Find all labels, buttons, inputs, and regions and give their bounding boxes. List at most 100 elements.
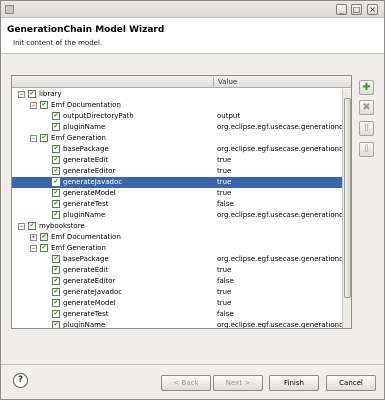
row-value[interactable]: false bbox=[217, 200, 234, 208]
row-checkbox[interactable]: ✔ bbox=[28, 222, 36, 230]
properties-tree[interactable]: Value − ✔ library − ✔ Emf Documentation ✔ outpu… bbox=[11, 75, 352, 329]
row-checkbox[interactable]: ✔ bbox=[52, 200, 60, 208]
collapse-icon[interactable]: − bbox=[18, 223, 25, 230]
row-checkbox[interactable]: ✔ bbox=[52, 189, 60, 197]
row-checkbox[interactable]: ✔ bbox=[28, 90, 36, 98]
next-button[interactable]: Next > bbox=[213, 375, 263, 391]
plus-icon: ✚ bbox=[362, 82, 371, 93]
row-value[interactable]: true bbox=[217, 167, 231, 175]
row-checkbox[interactable]: ✔ bbox=[52, 255, 60, 263]
row-label: basePackage bbox=[63, 255, 109, 263]
row-checkbox[interactable]: ✔ bbox=[52, 299, 60, 307]
row-label: Emf Generation bbox=[51, 134, 106, 142]
tree-row[interactable]: − ✔ library bbox=[12, 89, 342, 100]
row-label: generateEditor bbox=[63, 167, 116, 175]
tree-row[interactable]: ✔ generateEdit true bbox=[12, 155, 342, 166]
value-column-header[interactable]: Value bbox=[218, 78, 237, 86]
tree-row[interactable]: ✔ generateJavadoc true bbox=[12, 177, 342, 188]
row-value[interactable]: true bbox=[217, 178, 231, 186]
tree-row[interactable]: ✔ pluginName org.eclipse.egf.usecase.gener… bbox=[12, 320, 342, 328]
column-separator[interactable] bbox=[213, 77, 214, 87]
vertical-scrollbar[interactable] bbox=[342, 89, 351, 328]
row-checkbox[interactable]: ✔ bbox=[52, 112, 60, 120]
collapse-icon[interactable]: − bbox=[30, 245, 37, 252]
expand-icon[interactable]: + bbox=[30, 234, 37, 241]
row-checkbox[interactable]: ✔ bbox=[52, 167, 60, 175]
row-checkbox[interactable]: ✔ bbox=[40, 101, 48, 109]
collapse-icon[interactable]: − bbox=[30, 102, 37, 109]
tree-row[interactable]: ✔ generateModel true bbox=[12, 188, 342, 199]
row-checkbox[interactable]: ✔ bbox=[52, 310, 60, 318]
move-up-button[interactable]: ⇧ bbox=[359, 121, 374, 136]
remove-icon: ✖ bbox=[362, 102, 371, 113]
tree-row[interactable]: ✔ generateTest false bbox=[12, 199, 342, 210]
row-checkbox[interactable]: ✔ bbox=[52, 266, 60, 274]
tree-row[interactable]: ✔ generateEditor false bbox=[12, 276, 342, 287]
title-bar[interactable]: _ □ × bbox=[1, 1, 384, 18]
row-value[interactable]: true bbox=[217, 156, 231, 164]
finish-button[interactable]: Finish bbox=[269, 375, 319, 391]
tree-row[interactable]: ✔ generateEditor true bbox=[12, 166, 342, 177]
row-value[interactable]: true bbox=[217, 299, 231, 307]
row-value[interactable]: org.eclipse.egf.usecase.generationc... bbox=[217, 211, 342, 219]
row-value[interactable]: false bbox=[217, 277, 234, 285]
row-checkbox[interactable]: ✔ bbox=[40, 233, 48, 241]
tree-row[interactable]: − ✔ Emf Generation bbox=[12, 133, 342, 144]
row-checkbox[interactable]: ✔ bbox=[52, 123, 60, 131]
row-value[interactable]: org.eclipse.egf.usecase.generationc... bbox=[217, 123, 342, 131]
row-value[interactable]: org.eclipse.egf.usecase.generationc... bbox=[217, 145, 342, 153]
row-value[interactable]: true bbox=[217, 266, 231, 274]
minimize-button[interactable]: _ bbox=[336, 4, 347, 15]
cancel-button[interactable]: Cancel bbox=[326, 375, 376, 391]
tree-row[interactable]: − ✔ Emf Generation bbox=[12, 243, 342, 254]
close-button[interactable]: × bbox=[367, 4, 378, 15]
row-value[interactable]: output bbox=[217, 112, 240, 120]
tree-row[interactable]: ✔ generateTest false bbox=[12, 309, 342, 320]
row-checkbox[interactable]: ✔ bbox=[40, 244, 48, 252]
row-checkbox[interactable]: ✔ bbox=[52, 156, 60, 164]
tree-row[interactable]: − ✔ mybookstore bbox=[12, 221, 342, 232]
tree-row[interactable]: + ✔ Emf Documentation bbox=[12, 232, 342, 243]
tree-row[interactable]: ✔ outputDirectoryPath output bbox=[12, 111, 342, 122]
row-value[interactable]: false bbox=[217, 310, 234, 318]
tree-row[interactable]: − ✔ Emf Documentation bbox=[12, 100, 342, 111]
collapse-icon[interactable]: − bbox=[18, 91, 25, 98]
row-checkbox[interactable]: ✔ bbox=[40, 134, 48, 142]
collapse-icon[interactable]: − bbox=[30, 135, 37, 142]
page-description: Init content of the model. bbox=[13, 39, 103, 47]
scrollbar-thumb[interactable] bbox=[344, 98, 351, 298]
row-label: generateEdit bbox=[63, 266, 109, 274]
remove-button[interactable]: ✖ bbox=[359, 100, 374, 115]
tree-row[interactable]: ✔ pluginName org.eclipse.egf.usecase.gener… bbox=[12, 122, 342, 133]
row-value[interactable]: org.eclipse.egf.usecase.generationc... bbox=[217, 321, 342, 328]
row-checkbox[interactable]: ✔ bbox=[52, 178, 60, 186]
row-label: generateEdit bbox=[63, 156, 109, 164]
tree-row[interactable]: ✔ pluginName org.eclipse.egf.usecase.gener… bbox=[12, 210, 342, 221]
row-value[interactable]: true bbox=[217, 288, 231, 296]
tree-row[interactable]: ✔ generateModel true bbox=[12, 298, 342, 309]
row-checkbox[interactable]: ✔ bbox=[52, 321, 60, 328]
wizard-window: _ □ × GenerationChain Model Wizard Init … bbox=[0, 0, 385, 400]
row-checkbox[interactable]: ✔ bbox=[52, 277, 60, 285]
tree-row[interactable]: ✔ generateJavadoc true bbox=[12, 287, 342, 298]
maximize-button[interactable]: □ bbox=[351, 4, 362, 15]
help-button[interactable]: ? bbox=[13, 373, 28, 388]
tree-row[interactable]: ✔ basePackage org.eclipse.egf.usecase.gene… bbox=[12, 144, 342, 155]
row-value[interactable]: org.eclipse.egf.usecase.generationc... bbox=[217, 255, 342, 263]
row-label: outputDirectoryPath bbox=[63, 112, 134, 120]
row-label: Emf Documentation bbox=[51, 233, 121, 241]
tree-rows: − ✔ library − ✔ Emf Documentation ✔ outputDirec… bbox=[12, 89, 342, 328]
row-label: generateModel bbox=[63, 189, 116, 197]
tree-row[interactable]: ✔ generateEdit true bbox=[12, 265, 342, 276]
back-button[interactable]: < Back bbox=[161, 375, 211, 391]
row-checkbox[interactable]: ✔ bbox=[52, 211, 60, 219]
tree-row[interactable]: ✔ basePackage org.eclipse.egf.usecase.gene… bbox=[12, 254, 342, 265]
row-label: generateTest bbox=[63, 200, 109, 208]
row-checkbox[interactable]: ✔ bbox=[52, 145, 60, 153]
move-down-button[interactable]: ⇩ bbox=[359, 142, 374, 157]
arrow-up-icon: ⇧ bbox=[362, 123, 371, 134]
row-value[interactable]: true bbox=[217, 189, 231, 197]
add-button[interactable]: ✚ bbox=[359, 80, 374, 95]
row-checkbox[interactable]: ✔ bbox=[52, 288, 60, 296]
row-label: pluginName bbox=[63, 123, 106, 131]
